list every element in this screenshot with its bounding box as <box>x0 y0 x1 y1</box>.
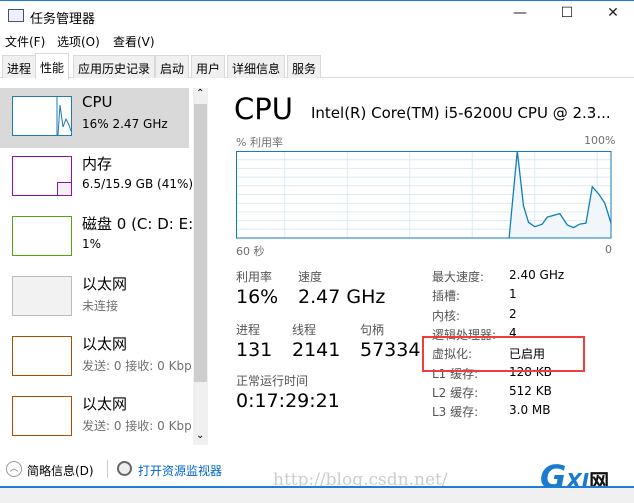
thumbnail-graph <box>12 396 72 436</box>
spec-label: 内核: <box>432 308 461 323</box>
sidebar-item[interactable]: 以太网发送: 0 接收: 0 Kbps <box>0 388 192 448</box>
scroll-up-icon[interactable]: ⌃ <box>196 88 204 99</box>
task-manager-icon <box>8 9 24 22</box>
tab-users[interactable]: 用户 <box>191 55 226 78</box>
sidebar-item-detail: 16% 2.47 GHz <box>82 117 168 131</box>
time-label: 60 秒 <box>236 245 265 258</box>
uptime-value: 0:17:29:21 <box>236 390 340 412</box>
utilization-label: 利用率 <box>236 270 273 284</box>
utilization-value: 16% <box>236 286 279 308</box>
spec-value: 512 KB <box>509 383 552 398</box>
sidebar-item[interactable]: 磁盘 0 (C: D: E: 1% <box>0 208 193 268</box>
sidebar-item-detail: 1% <box>82 237 102 251</box>
spec-label: 插槽: <box>432 289 461 304</box>
processes-label: 进程 <box>236 323 261 337</box>
window-title: 任务管理器 <box>30 12 96 27</box>
spec-label: L3 缓存: <box>432 405 479 420</box>
sidebar-item-name: 以太网 <box>82 335 128 353</box>
sidebar-item[interactable]: 内存 6.5/15.9 GB (41%) <box>0 148 192 208</box>
tab-app-history[interactable]: 应用历史记录 <box>73 55 156 78</box>
chevron-up-icon[interactable]: ︿ <box>6 461 22 477</box>
scrollbar-thumb[interactable] <box>194 104 207 382</box>
close-button[interactable]: ✕ <box>598 5 628 27</box>
spec-label: L2 缓存: <box>432 385 479 400</box>
thumbnail-graph <box>12 156 72 196</box>
threads-label: 线程 <box>292 323 317 337</box>
menu-view[interactable]: 查看(V) <box>113 33 155 50</box>
processes-value: 131 <box>236 339 273 361</box>
thumbnail-graph <box>12 336 72 376</box>
tab-startup[interactable]: 启动 <box>155 55 190 78</box>
tab-details[interactable]: 详细信息 <box>227 55 286 78</box>
sidebar-item-detail: 未连接 <box>82 299 119 313</box>
sidebar-item-detail: 发送: 0 接收: 0 Kbps <box>82 359 192 373</box>
title-bar: 任务管理器 — ☐ ✕ <box>0 0 634 30</box>
spec-value: 3.0 MB <box>509 403 551 418</box>
fewer-details-button[interactable]: 简略信息(D) <box>27 462 94 479</box>
speed-label: 速度 <box>298 270 323 284</box>
sidebar-item-detail: 6.5/15.9 GB (41%) <box>82 177 192 191</box>
spec-value: 1 <box>509 287 517 302</box>
open-resource-monitor-link[interactable]: 打开资源监视器 <box>138 462 222 479</box>
menu-options[interactable]: 选项(O) <box>57 33 100 50</box>
page-title: CPU <box>234 92 293 126</box>
sidebar-item[interactable]: CPU 16% 2.47 GHz <box>0 88 189 148</box>
sidebar-item-name: CPU <box>82 93 113 111</box>
spec-value: 2.40 GHz <box>509 268 565 282</box>
highlight-box <box>422 336 585 372</box>
threads-value: 2141 <box>292 339 341 361</box>
tab-processes[interactable]: 进程 <box>2 55 37 78</box>
divider <box>107 460 108 478</box>
resource-monitor-icon <box>117 461 132 476</box>
tab-bar: 进程 性能 应用历史记录 启动 用户 详细信息 服务 <box>0 53 634 79</box>
spec-value: 2 <box>509 306 517 321</box>
thumbnail-graph <box>12 276 72 316</box>
cpu-model: Intel(R) Core(TM) i5-6200U CPU @ 2.3... <box>311 104 611 122</box>
sidebar-item-name: 内存 <box>82 155 113 173</box>
maximize-button[interactable]: ☐ <box>552 5 582 27</box>
scroll-down-icon[interactable]: ⌄ <box>196 430 204 441</box>
util-label: % 利用率 <box>236 136 283 149</box>
sidebar-item-detail: 发送: 0 接收: 0 Kbps <box>82 419 192 433</box>
sidebar-item[interactable]: 以太网 未连接 <box>0 268 189 328</box>
cpu-usage-chart <box>236 151 612 239</box>
speed-value: 2.47 GHz <box>298 286 386 308</box>
thumbnail-graph <box>12 216 72 256</box>
sidebar-item[interactable]: 以太网发送: 0 接收: 0 Kbps <box>0 328 192 388</box>
sidebar-item-name: 以太网 <box>82 395 128 413</box>
sidebar-item-name: 以太网 <box>82 275 128 293</box>
minimize-button[interactable]: — <box>505 5 535 27</box>
sidebar-item-name: 磁盘 0 (C: D: E: <box>82 215 194 233</box>
thumbnail-graph <box>12 96 72 136</box>
bottom-shadow <box>0 488 634 503</box>
menu-file[interactable]: 文件(F) <box>5 33 45 50</box>
zero-label: 0 <box>605 243 612 256</box>
handles-value: 57334 <box>360 339 421 361</box>
spec-label: 最大速度: <box>432 270 485 284</box>
tab-performance[interactable]: 性能 <box>35 53 70 79</box>
max-label: 100% <box>584 134 616 147</box>
uptime-label: 正常运行时间 <box>236 374 309 388</box>
handles-label: 句柄 <box>360 323 385 337</box>
tab-services[interactable]: 服务 <box>287 55 322 78</box>
